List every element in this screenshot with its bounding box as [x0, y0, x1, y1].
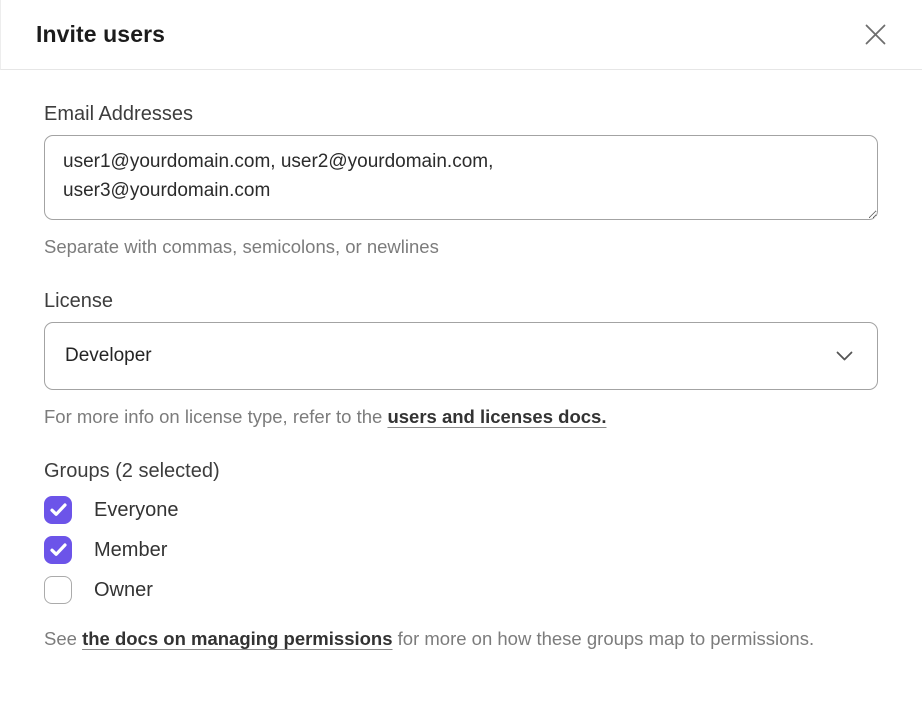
email-addresses-field: Email Addresses user1@yourdomain.com, us… [44, 103, 878, 261]
email-helper-text: Separate with commas, semicolons, or new… [44, 232, 878, 261]
checkbox-everyone[interactable] [44, 496, 72, 524]
group-label-member: Member [94, 539, 167, 562]
checkmark-icon [50, 503, 67, 517]
email-addresses-input[interactable]: user1@yourdomain.com, user2@yourdomain.c… [44, 135, 878, 220]
checkbox-owner[interactable] [44, 576, 72, 604]
group-row-everyone[interactable]: Everyone [44, 496, 179, 524]
groups-helper-suffix: for more on how these groups map to perm… [393, 628, 815, 649]
groups-label: Groups (2 selected) [44, 460, 878, 483]
groups-field: Groups (2 selected) Everyone [44, 460, 878, 653]
license-label: License [44, 290, 878, 313]
group-row-member[interactable]: Member [44, 536, 167, 564]
license-helper-text: For more info on license type, refer to … [44, 402, 878, 431]
invite-users-modal: Invite users Email Addresses user1@yourd… [0, 0, 922, 714]
users-licenses-docs-link[interactable]: users and licenses docs. [387, 406, 606, 427]
modal-title: Invite users [36, 21, 165, 48]
managing-permissions-docs-link[interactable]: the docs on managing permissions [82, 628, 392, 649]
email-addresses-label: Email Addresses [44, 103, 878, 126]
license-field: License Developer For more info on licen… [44, 290, 878, 431]
checkmark-icon [50, 543, 67, 557]
license-selected-value: Developer [65, 345, 152, 367]
groups-helper-prefix: See [44, 628, 82, 649]
group-row-owner[interactable]: Owner [44, 576, 153, 604]
license-helper-prefix: For more info on license type, refer to … [44, 406, 387, 427]
close-icon [864, 23, 887, 46]
modal-body: Email Addresses user1@yourdomain.com, us… [0, 70, 922, 653]
group-label-everyone: Everyone [94, 499, 179, 522]
chevron-down-icon [836, 351, 853, 362]
close-button[interactable] [858, 18, 892, 52]
license-select[interactable]: Developer [44, 322, 878, 390]
modal-header: Invite users [0, 0, 922, 70]
groups-helper-text: See the docs on managing permissions for… [44, 624, 878, 653]
group-label-owner: Owner [94, 579, 153, 602]
checkbox-member[interactable] [44, 536, 72, 564]
